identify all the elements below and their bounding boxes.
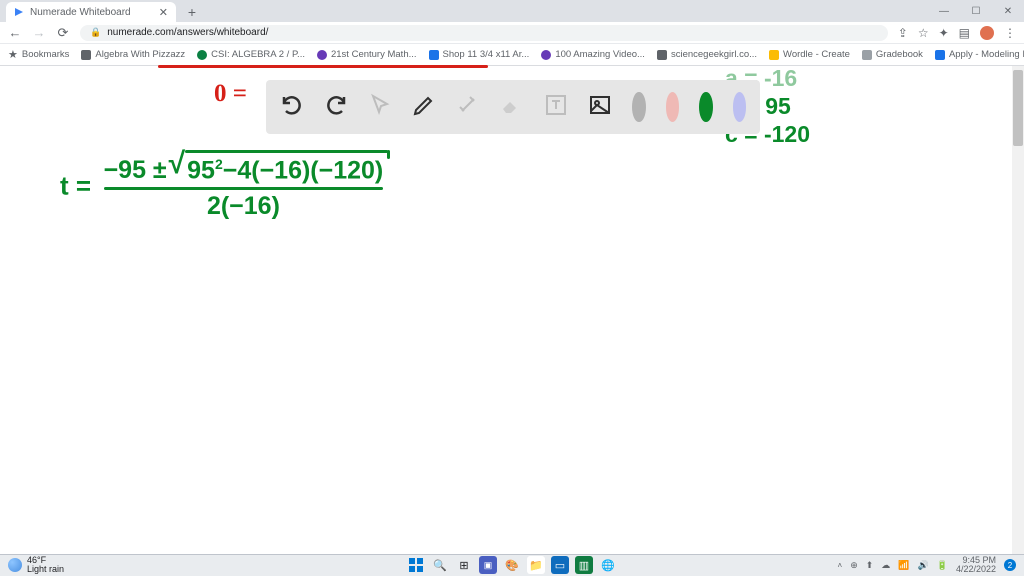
window-minimize[interactable]: —: [928, 0, 960, 22]
bookmarks-folder[interactable]: ★Bookmarks: [8, 48, 69, 61]
sqrt-expr: √ 952−4(−16)(−120): [169, 156, 384, 185]
pointer-tool[interactable]: [368, 93, 392, 122]
taskbar-app[interactable]: 📁: [527, 556, 545, 574]
tray-icon[interactable]: ⬆: [866, 560, 874, 571]
quadratic-formula: t = −95 ± √ 952−4(−16)(−120) 2(−16): [60, 156, 383, 221]
color-pink[interactable]: [666, 92, 680, 122]
undo-button[interactable]: [280, 93, 304, 122]
redo-button[interactable]: [324, 93, 348, 122]
weather-icon: [8, 558, 22, 572]
bookmark-favicon: [862, 50, 872, 60]
tab-title: Numerade Whiteboard: [30, 7, 131, 18]
tab-close-icon[interactable]: ✕: [159, 6, 168, 19]
window-close[interactable]: ✕: [992, 0, 1024, 22]
bookmark-item[interactable]: Gradebook: [862, 49, 923, 60]
whiteboard-toolbar: [266, 80, 760, 134]
bookmark-item[interactable]: Algebra With Pizzazz: [81, 49, 185, 60]
chrome-menu-icon[interactable]: ⋮: [1004, 26, 1016, 40]
reading-list-icon[interactable]: ▤: [959, 26, 970, 40]
pen-tool[interactable]: [412, 93, 436, 122]
bookmark-favicon: [81, 50, 91, 60]
color-green-selected[interactable]: [699, 92, 713, 122]
bookmark-item[interactable]: Wordle - Create: [769, 49, 850, 60]
scrollbar[interactable]: [1012, 66, 1024, 554]
battery-icon[interactable]: 🔋: [937, 560, 948, 571]
window-controls: — ☐ ✕: [928, 0, 1024, 22]
clock[interactable]: 9:45 PM 4/22/2022: [956, 556, 996, 574]
bookmark-favicon: [657, 50, 667, 60]
bookmark-favicon: [935, 50, 945, 60]
red-equation: 0 =: [214, 80, 247, 108]
bookmark-favicon: [317, 50, 327, 60]
address-bar: ← → ⟳ 🔒 numerade.com/answers/whiteboard/…: [0, 22, 1024, 44]
volume-icon[interactable]: 🔊: [918, 560, 929, 571]
reload-button[interactable]: ⟳: [56, 25, 70, 41]
bookmark-item[interactable]: Shop 11 3/4 x11 Ar...: [429, 49, 530, 60]
bookmark-star-icon[interactable]: ☆: [918, 26, 929, 40]
weather-cond: Light rain: [27, 565, 64, 574]
browser-tab[interactable]: Numerade Whiteboard ✕: [6, 2, 176, 22]
system-tray: ˄ ⊕ ⬆ ☁ 📶 🔊 🔋 9:45 PM 4/22/2022 2: [838, 556, 1016, 574]
new-tab-button[interactable]: +: [182, 2, 202, 22]
notifications-badge[interactable]: 2: [1004, 559, 1016, 571]
eq-denom: 2(−16): [104, 192, 384, 221]
forward-button[interactable]: →: [32, 25, 46, 40]
extensions-icon[interactable]: ✦: [939, 26, 949, 40]
bookmark-item[interactable]: 100 Amazing Video...: [541, 49, 645, 60]
lock-icon: 🔒: [90, 27, 101, 38]
eq-num-pre: −95 ±: [104, 156, 167, 185]
star-icon: ★: [8, 48, 18, 61]
eraser-tool[interactable]: [500, 93, 524, 122]
taskbar-app[interactable]: ▭: [551, 556, 569, 574]
text-tool[interactable]: [544, 93, 568, 122]
taskbar: 46°F Light rain 🔍 ⊞ ▣ 🎨 📁 ▭ ▥ 🌐 ˄ ⊕ ⬆ ☁ …: [0, 554, 1024, 576]
url-text: numerade.com/answers/whiteboard/: [107, 27, 268, 38]
scroll-thumb[interactable]: [1013, 70, 1023, 146]
taskbar-app[interactable]: 🎨: [503, 556, 521, 574]
radical-icon: √: [169, 154, 185, 174]
bookmark-item[interactable]: CSI: ALGEBRA 2 / P...: [197, 49, 305, 60]
image-tool[interactable]: [588, 93, 612, 122]
tab-strip: Numerade Whiteboard ✕ + — ☐ ✕: [0, 0, 1024, 22]
taskbar-center: 🔍 ⊞ ▣ 🎨 📁 ▭ ▥ 🌐: [407, 556, 617, 574]
task-view-button[interactable]: ⊞: [455, 556, 473, 574]
search-button[interactable]: 🔍: [431, 556, 449, 574]
bookmark-item[interactable]: 21st Century Math...: [317, 49, 417, 60]
bookmark-item[interactable]: sciencegeekgirl.co...: [657, 49, 757, 60]
start-button[interactable]: [407, 556, 425, 574]
red-underline: [158, 65, 488, 68]
back-button[interactable]: ←: [8, 25, 22, 40]
color-gray[interactable]: [632, 92, 646, 122]
wifi-icon[interactable]: 📶: [898, 560, 909, 571]
taskbar-app[interactable]: 🌐: [599, 556, 617, 574]
bookmark-favicon: [429, 50, 439, 60]
bookmark-favicon: [197, 50, 207, 60]
whiteboard-canvas[interactable]: 0 = a = -16 b = 95 c = -120 t = −95 ± √ …: [0, 66, 1024, 554]
profile-avatar[interactable]: [980, 26, 994, 40]
eq-lhs: t =: [60, 171, 91, 201]
onedrive-icon[interactable]: ☁: [881, 560, 890, 571]
bookmark-favicon: [769, 50, 779, 60]
bookmark-favicon: [541, 50, 551, 60]
weather-widget[interactable]: 46°F Light rain: [8, 556, 64, 574]
share-icon[interactable]: ⇪: [898, 26, 908, 40]
color-lavender[interactable]: [733, 92, 747, 122]
bookmarks-bar: ★Bookmarks Algebra With Pizzazz CSI: ALG…: [0, 44, 1024, 66]
url-input[interactable]: 🔒 numerade.com/answers/whiteboard/: [80, 25, 888, 41]
bookmark-item[interactable]: Apply - Modeling I...: [935, 49, 1024, 60]
vinculum: [185, 150, 389, 153]
window-maximize[interactable]: ☐: [960, 0, 992, 22]
tools-button[interactable]: [456, 93, 480, 122]
tab-favicon: [14, 7, 24, 17]
fraction-bar: [104, 187, 384, 190]
tray-overflow-icon[interactable]: ˄: [838, 561, 843, 570]
taskbar-app[interactable]: ▣: [479, 556, 497, 574]
tray-icon[interactable]: ⊕: [850, 560, 858, 571]
taskbar-app[interactable]: ▥: [575, 556, 593, 574]
